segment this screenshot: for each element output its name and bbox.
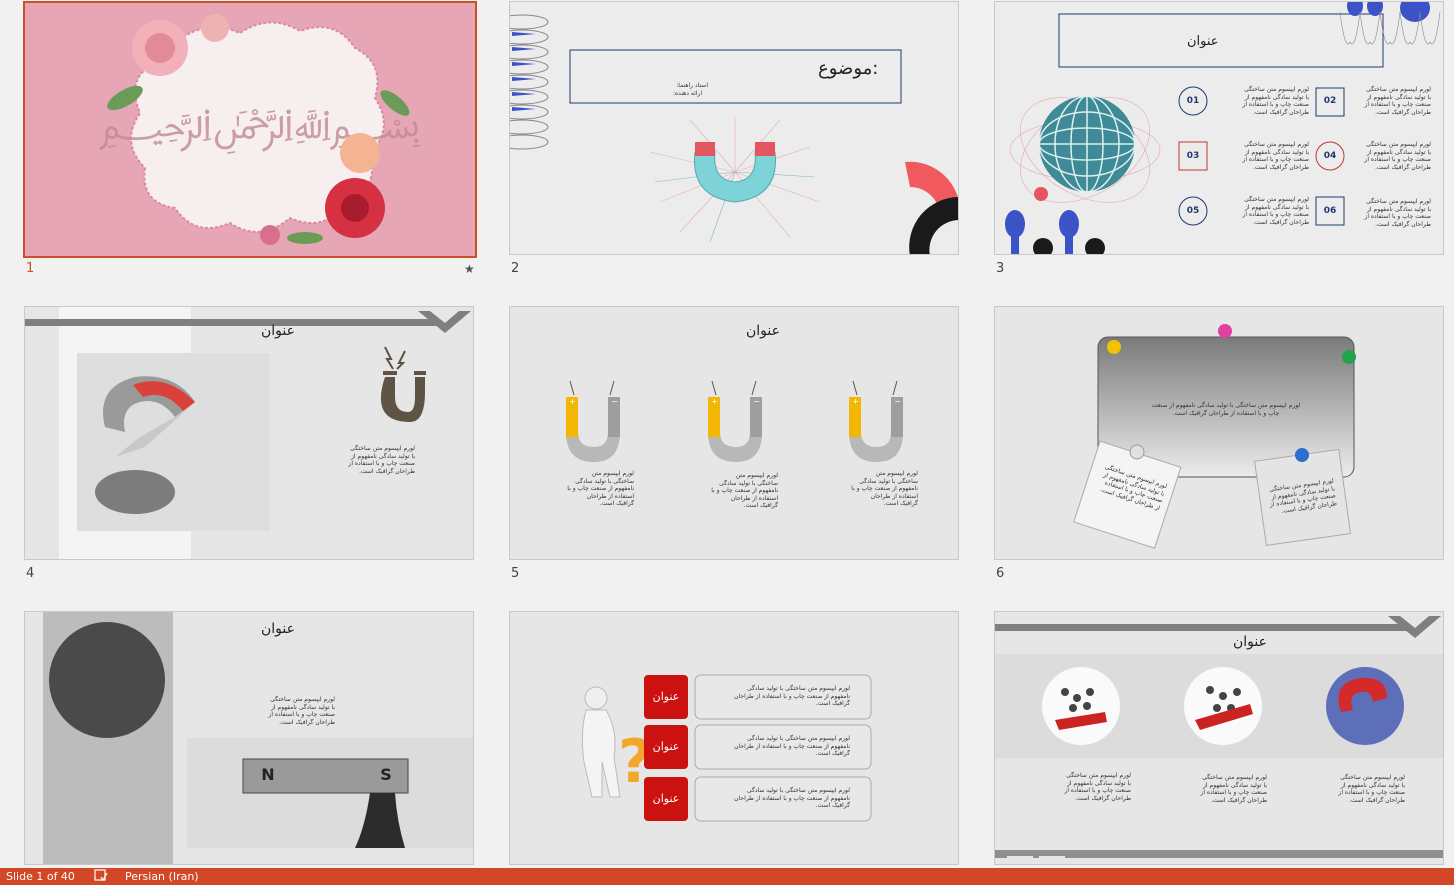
slide-thumbnail-5[interactable]: عنوان + − + − + − لورم ایپسوم متن ساختگی… (509, 306, 959, 560)
slide-thumbnail-3[interactable]: عنوان 01 02 03 04 05 06 لورم ایپسوم متن … (994, 1, 1444, 255)
slide-7-title: عنوان (261, 621, 295, 637)
animation-star-icon: ★ (464, 262, 475, 276)
badge-05: 05 (1186, 206, 1200, 216)
slide-8-text-1: لورم ایپسوم متن ساختگی با تولید سادگی نا… (734, 685, 850, 707)
slide-2-artwork (510, 14, 958, 254)
slide-number-3: 3 (996, 261, 1005, 276)
slide-number-4: 4 (26, 566, 35, 581)
slide-3-text-1: لورم ایپسوم متن ساختگی با تولید سادگی نا… (1242, 86, 1309, 116)
slide-thumbnail-7[interactable]: عنوان لورم ایپسوم متن ساختگی با تولید سا… (24, 611, 474, 865)
slide-4-artwork (25, 307, 471, 559)
badge-06: 06 (1323, 206, 1337, 216)
slide-thumbnail-9[interactable]: عنوان لورم ایپسوم متن ساختگی با تولید سا… (994, 611, 1444, 865)
plus-sign-1: + (569, 397, 576, 406)
badge-03: 03 (1186, 151, 1200, 161)
slide-number-6: 6 (996, 566, 1005, 581)
slide-8-label-1: عنوان (652, 690, 680, 703)
status-bar: Slide 1 of 40 Persian (Iran) (0, 868, 1454, 885)
slide-2-subject: موضوع: (818, 58, 879, 79)
slide-8-text-2: لورم ایپسوم متن ساختگی با تولید سادگی نا… (734, 735, 850, 757)
slide-counter[interactable]: Slide 1 of 40 (6, 870, 75, 883)
slide-8-label-3: عنوان (652, 792, 680, 805)
slide-5-artwork (566, 380, 903, 462)
slide-3-text-2: لورم ایپسوم متن ساختگی با تولید سادگی نا… (1364, 86, 1431, 116)
slide-thumbnail-6[interactable]: لورم ایپسوم متن ساختگی با تولید سادگی نا… (994, 306, 1444, 560)
magnet-n-label: N (261, 765, 275, 784)
slide-thumbnail-2[interactable]: موضوع: استاد راهنما: ارائه دهنده: (509, 1, 959, 255)
slide-6-board-text: لورم ایپسوم متن ساختگی با تولید سادگی نا… (1151, 402, 1301, 417)
slide-number-2: 2 (511, 261, 520, 276)
minus-sign-2: − (753, 397, 760, 406)
slide-1-artwork: ﷽ (99, 14, 421, 245)
slide-3-text-4: لورم ایپسوم متن ساختگی با تولید سادگی نا… (1364, 141, 1431, 171)
slide-8-text-3: لورم ایپسوم متن ساختگی با تولید سادگی نا… (734, 787, 850, 809)
badge-04: 04 (1323, 151, 1337, 161)
slide-2-presenter: ارائه دهنده: (673, 90, 702, 97)
slide-4-title: عنوان (261, 323, 295, 339)
plus-sign-2: + (711, 397, 718, 406)
slide-6-note-2: لورم ایپسوم متن ساختگی با تولید سادگی نا… (1268, 477, 1338, 515)
slide-3-text-3: لورم ایپسوم متن ساختگی با تولید سادگی نا… (1242, 141, 1309, 171)
magnet-s-label: S (380, 765, 392, 784)
minus-sign-1: − (611, 397, 618, 406)
slide-3-text-5: لورم ایپسوم متن ساختگی با تولید سادگی نا… (1242, 196, 1309, 226)
slide-thumbnail-4[interactable]: عنوان لورم ایپسوم متن ساختگی با تولید سا… (24, 306, 474, 560)
slide-thumbnail-8[interactable]: ? عنوان عنوان عنوان لورم ایپسوم متن ساخت… (509, 611, 959, 865)
minus-sign-3: − (894, 397, 901, 406)
badge-02: 02 (1323, 96, 1337, 106)
slide-4-text: لورم ایپسوم متن ساختگی با تولید سادگی نا… (348, 445, 415, 475)
slide-3-title: عنوان (1187, 34, 1219, 49)
slide-number-5: 5 (511, 566, 520, 581)
slide-5-text-3: لورم ایپسوم متن ساختگی با تولید سادگی نا… (851, 470, 918, 507)
slide-9-text-2: لورم ایپسوم متن ساختگی با تولید سادگی نا… (1200, 774, 1267, 804)
slide-9-text-1: لورم ایپسوم متن ساختگی با تولید سادگی نا… (1064, 772, 1131, 802)
slide-3-text-6: لورم ایپسوم متن ساختگی با تولید سادگی نا… (1364, 198, 1431, 228)
language-indicator[interactable]: Persian (Iran) (125, 870, 199, 883)
slide-2-advisor: استاد راهنما: (676, 82, 708, 89)
slide-5-title: عنوان (746, 323, 780, 339)
plus-sign-3: + (852, 397, 859, 406)
slide-5-text-2: لورم ایپسوم متن ساختگی با تولید سادگی نا… (711, 472, 778, 509)
slide-thumbnail-1[interactable]: ﷽ (23, 1, 477, 258)
slide-8-label-2: عنوان (652, 740, 680, 753)
slide-7-text: لورم ایپسوم متن ساختگی با تولید سادگی نا… (268, 696, 335, 726)
slide-number-1: 1 (26, 261, 35, 276)
slide-6-artwork (1073, 324, 1356, 549)
slide-5-text-1: لورم ایپسوم متن ساختگی با تولید سادگی نا… (567, 470, 634, 507)
slide-9-title: عنوان (1233, 634, 1267, 650)
spellcheck-icon[interactable] (94, 869, 108, 885)
slide-9-text-3: لورم ایپسوم متن ساختگی با تولید سادگی نا… (1338, 774, 1405, 804)
badge-01: 01 (1186, 96, 1200, 106)
slide-9-artwork (995, 616, 1443, 860)
slide-7-artwork (43, 612, 473, 864)
